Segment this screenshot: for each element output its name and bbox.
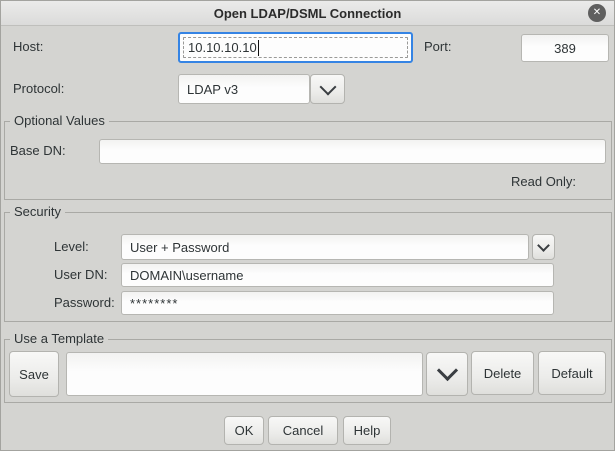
template-title: Use a Template [10,331,108,346]
ok-button[interactable]: OK [224,416,264,445]
password-input[interactable]: ******** [121,291,554,315]
ok-button-label: OK [235,423,254,438]
base-dn-label: Base DN: [10,143,66,158]
cancel-button-label: Cancel [283,423,323,438]
save-button[interactable]: Save [9,351,59,397]
port-input[interactable]: 389 [521,34,609,62]
delete-button[interactable]: Delete [471,351,534,395]
window-title: Open LDAP/DSML Connection [214,6,402,21]
optional-values-title: Optional Values [10,113,109,128]
text-caret [258,40,259,56]
password-value: ******** [130,296,178,311]
template-combobox[interactable] [66,352,423,396]
host-label: Host: [13,39,43,54]
host-value: 10.10.10.10 [188,40,257,55]
default-button[interactable]: Default [538,351,606,395]
security-title: Security [10,204,65,219]
port-label: Port: [424,39,451,54]
chevron-down-icon [436,360,457,381]
save-button-label: Save [19,367,49,382]
port-value: 389 [554,41,576,56]
help-button[interactable]: Help [343,416,391,445]
security-level-dropdown-button[interactable] [532,234,555,260]
security-level-label: Level: [54,239,89,254]
protocol-value: LDAP v3 [187,82,238,97]
delete-button-label: Delete [484,366,522,381]
chevron-down-icon [537,239,550,252]
close-icon: ✕ [593,8,601,18]
protocol-dropdown-button[interactable] [310,74,345,104]
security-level-value: User + Password [130,240,229,255]
protocol-label: Protocol: [13,81,64,96]
user-dn-label: User DN: [54,267,107,282]
read-only-label: Read Only: [511,174,576,189]
chevron-down-icon [319,78,336,95]
open-ldap-connection-dialog: Open LDAP/DSML Connection ✕ Host: 10.10.… [0,0,615,451]
default-button-label: Default [551,366,592,381]
password-label: Password: [54,295,115,310]
user-dn-input[interactable]: DOMAIN\username [121,263,554,287]
cancel-button[interactable]: Cancel [268,416,338,445]
host-input[interactable]: 10.10.10.10 [178,32,413,63]
security-level-combobox[interactable]: User + Password [121,234,529,260]
titlebar[interactable]: Open LDAP/DSML Connection ✕ [1,1,614,26]
protocol-combobox[interactable]: LDAP v3 [178,74,310,104]
template-dropdown-button[interactable] [426,352,468,396]
base-dn-input[interactable] [99,139,606,164]
close-button[interactable]: ✕ [588,4,606,22]
user-dn-value: DOMAIN\username [130,268,243,283]
help-button-label: Help [354,423,381,438]
